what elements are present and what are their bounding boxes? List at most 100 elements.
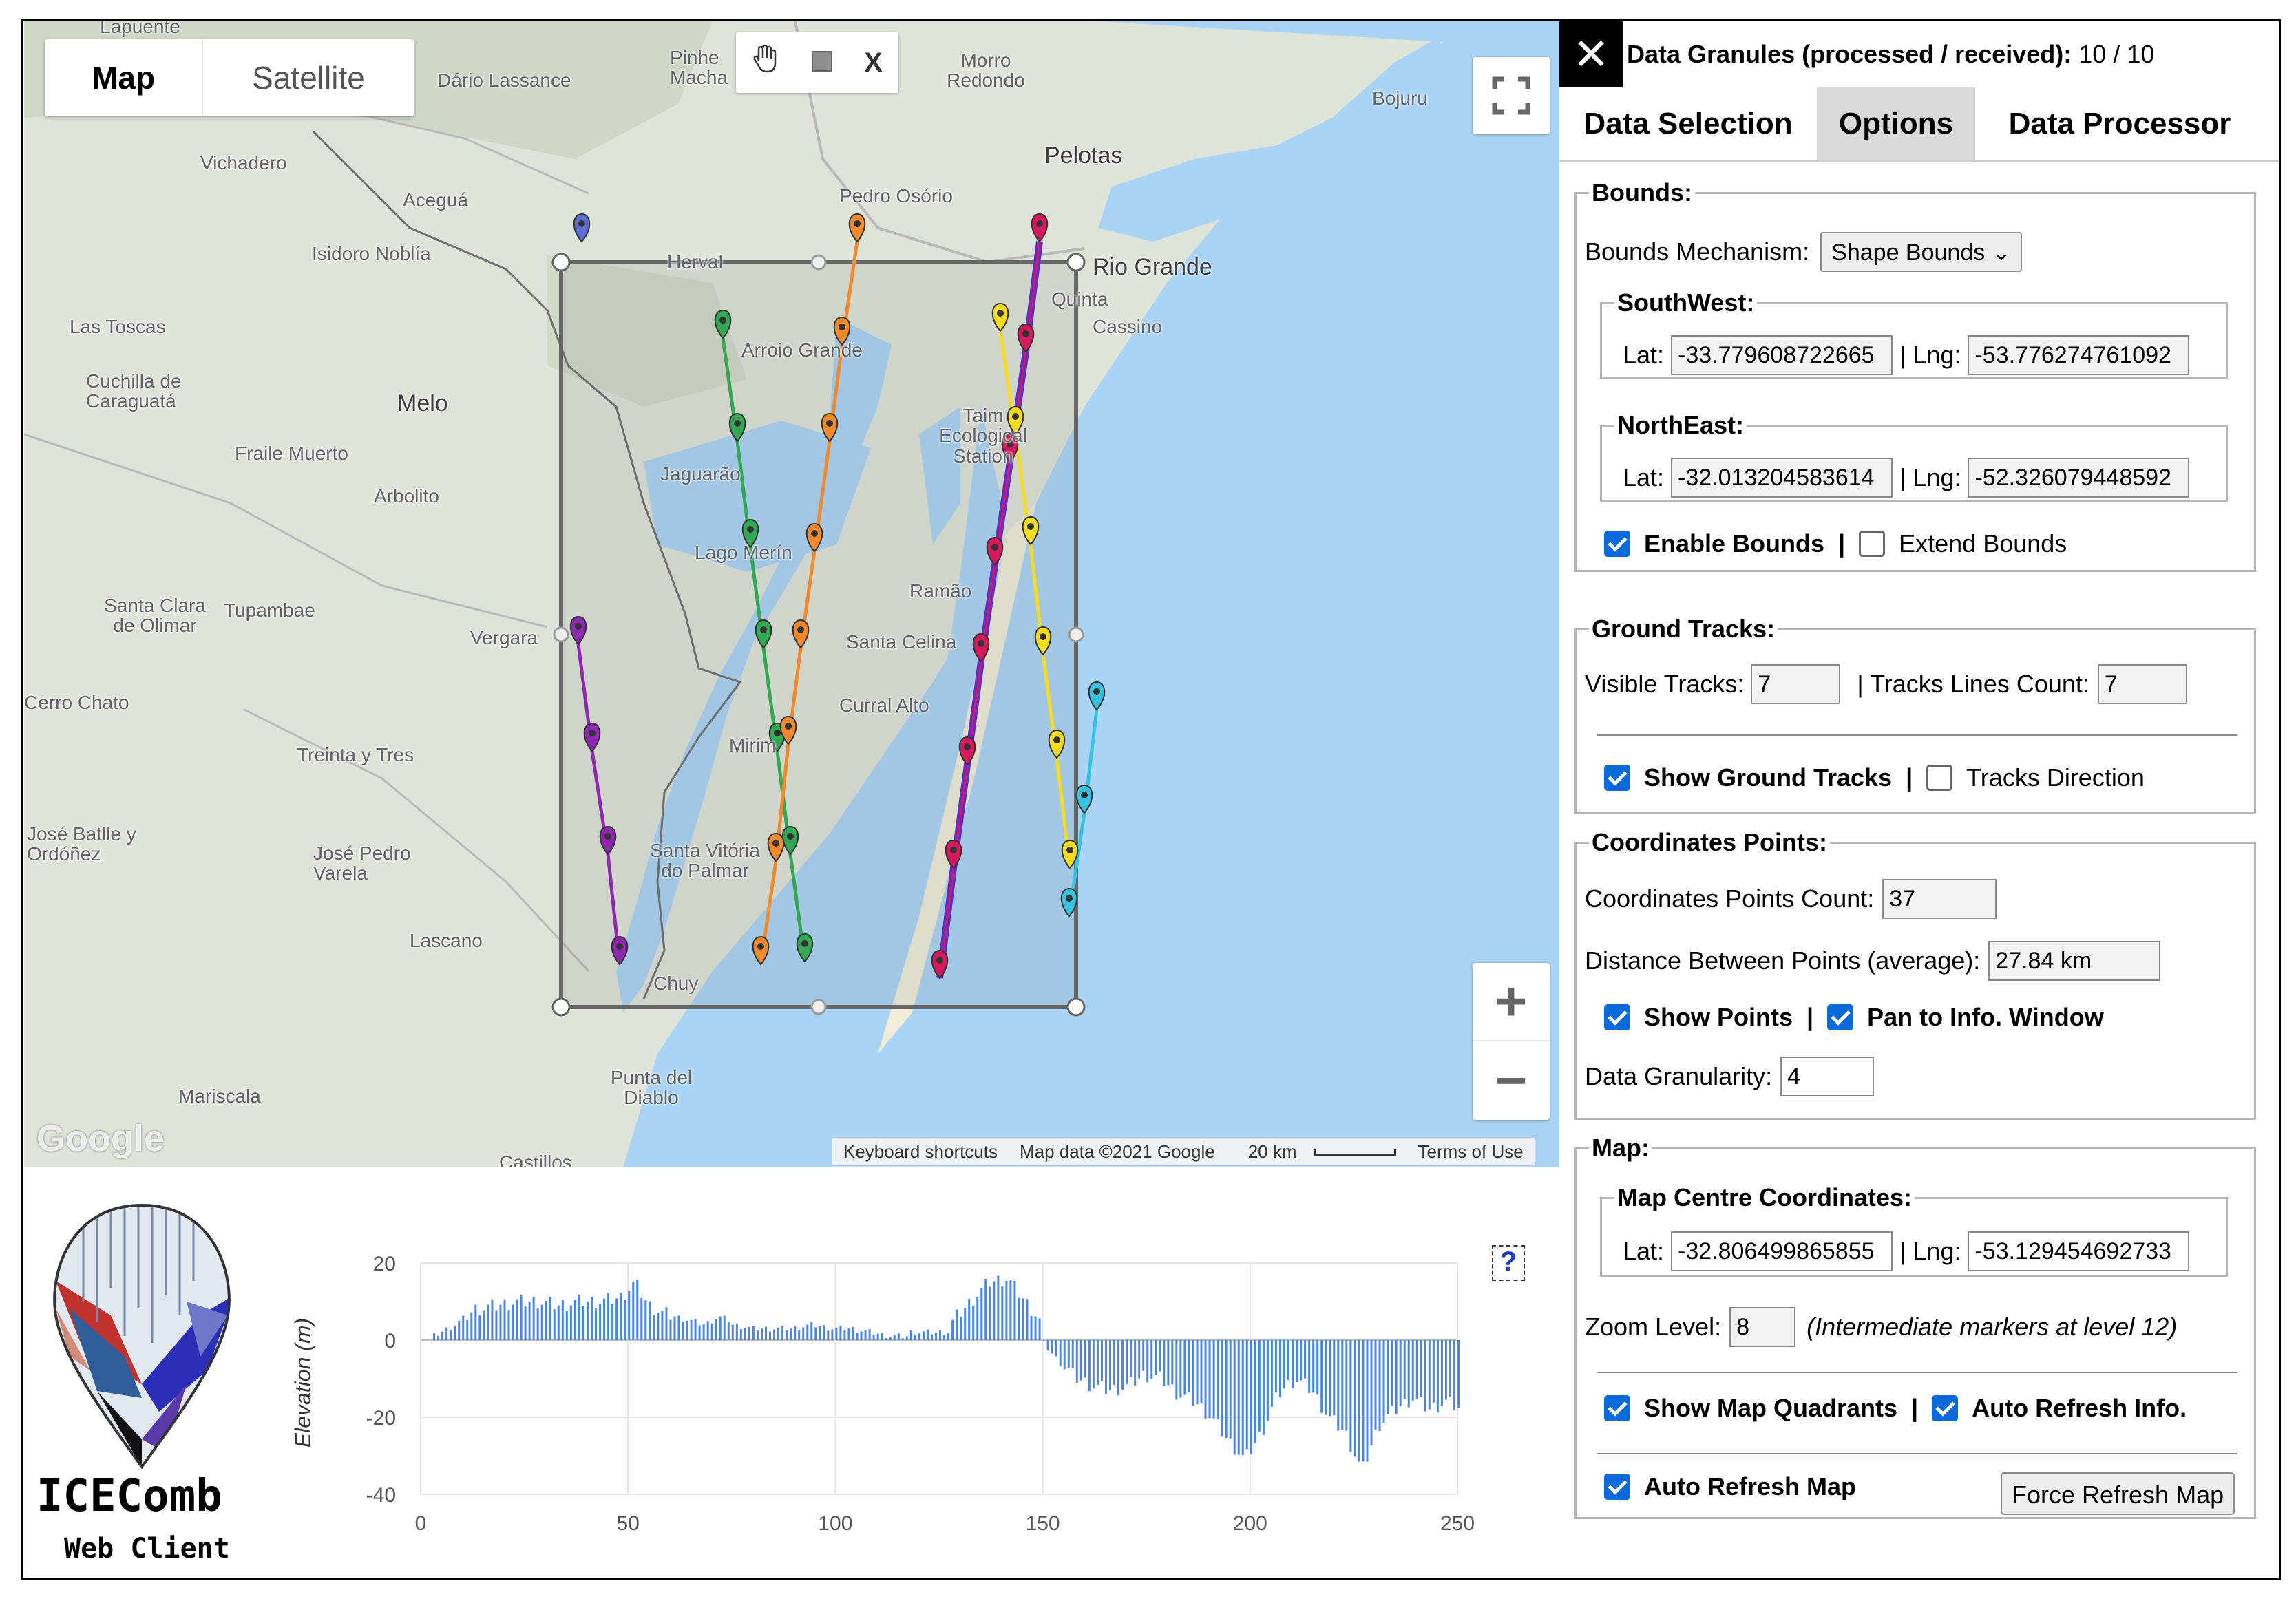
zoom-level-input[interactable]: 8	[1729, 1307, 1796, 1347]
elevation-bar	[764, 1326, 767, 1340]
x-tick-label: 0	[415, 1512, 427, 1535]
fullscreen-button[interactable]	[1473, 57, 1550, 134]
elevation-bar	[881, 1332, 883, 1340]
extend-bounds-checkbox[interactable]	[1859, 531, 1886, 557]
show-map-quadrants-checkbox[interactable]	[1604, 1395, 1630, 1421]
map-label: José Batlle y Ordóñez	[27, 823, 136, 865]
map-type-satellite-button[interactable]: Satellite	[203, 39, 414, 116]
map-label: Jaguarão	[660, 463, 741, 485]
y-tick-label: 0	[384, 1330, 396, 1353]
zoom-in-button[interactable]: +	[1473, 963, 1550, 1041]
terms-link[interactable]: Terms of Use	[1407, 1141, 1535, 1163]
elevation-bar	[665, 1307, 668, 1340]
map-view[interactable]: Lapuente Dário Lassance Pinhe Macha Morro…	[24, 21, 1559, 1167]
elevation-bar	[1399, 1340, 1402, 1406]
ground-tracks-legend: Ground Tracks:	[1592, 615, 1776, 643]
map-label: Aceguá	[403, 189, 468, 211]
show-ground-tracks-label[interactable]: Show Ground Tracks	[1644, 763, 1892, 792]
keyboard-shortcuts-link[interactable]: Keyboard shortcuts	[832, 1141, 1009, 1163]
elevation-bar	[599, 1304, 602, 1340]
track-marker-dot	[785, 723, 792, 730]
elevation-bar	[1428, 1340, 1431, 1410]
zoom-level-row: Zoom Level: 8 (Intermediate markers at l…	[1585, 1307, 2177, 1347]
tracks-direction-checkbox[interactable]	[1926, 765, 1953, 791]
elevation-bar	[450, 1330, 452, 1340]
map-label: Dário Lassance	[437, 70, 571, 91]
enable-bounds-checkbox[interactable]	[1604, 531, 1630, 557]
elevation-bar	[540, 1304, 543, 1340]
show-map-quadrants-label[interactable]: Show Map Quadrants	[1644, 1394, 1897, 1423]
elevation-bar	[1121, 1340, 1124, 1390]
auto-refresh-info-checkbox[interactable]	[1932, 1395, 1959, 1421]
map-label: Herval	[667, 251, 723, 273]
close-drawing-button[interactable]: X	[864, 47, 883, 78]
hand-icon[interactable]	[752, 44, 779, 81]
elevation-bar	[1100, 1340, 1103, 1381]
map-canvas[interactable]	[24, 21, 1559, 1167]
force-refresh-map-button[interactable]: Force Refresh Map	[2001, 1472, 2235, 1515]
bounds-mechanism-select[interactable]: Shape Bounds ⌄	[1820, 232, 2023, 272]
elevation-bar	[499, 1304, 502, 1340]
granules-status: Data Granules (processed / received): 10…	[1627, 40, 2155, 68]
map-label: Lapuente	[100, 21, 180, 37]
show-ground-tracks-checkbox[interactable]	[1604, 765, 1630, 791]
centre-lat-input[interactable]: -32.806499865855	[1671, 1231, 1893, 1271]
scale-bar[interactable]: 20 km	[1226, 1141, 1407, 1163]
elevation-bar	[1274, 1340, 1277, 1393]
elevation-bar	[590, 1297, 593, 1340]
elevation-chart[interactable]: 200-20-400 50 100 150 200 250 Elevation (m)	[264, 1185, 1558, 1556]
elevation-bar	[1084, 1340, 1086, 1378]
elevation-bar	[901, 1338, 904, 1340]
tab-options[interactable]: Options	[1817, 87, 1975, 160]
track-marker-dot	[797, 626, 804, 633]
rectangle-draw-icon[interactable]	[811, 47, 832, 78]
ne-lat-input[interactable]: -32.013204583614	[1671, 458, 1893, 498]
ne-lng-label: | Lng:	[1899, 463, 1961, 491]
elevation-bar	[545, 1300, 547, 1340]
tab-data-processor[interactable]: Data Processor	[1975, 87, 2264, 160]
tracks-lines-input[interactable]: 7	[2097, 664, 2187, 704]
elevation-bar	[458, 1320, 461, 1340]
extend-bounds-label[interactable]: Extend Bounds	[1899, 529, 2067, 558]
show-points-label[interactable]: Show Points	[1644, 1003, 1793, 1032]
tracks-direction-label[interactable]: Tracks Direction	[1966, 763, 2145, 792]
elevation-bar	[1212, 1340, 1215, 1419]
map-type-map-button[interactable]: Map	[45, 39, 203, 116]
distance-input[interactable]: 27.84 km	[1988, 941, 2161, 981]
bounds-checkbox-row: Enable Bounds | Extend Bounds	[1604, 529, 2067, 558]
map-label: Arbolito	[374, 485, 439, 507]
pan-info-window-checkbox[interactable]	[1827, 1004, 1854, 1030]
auto-refresh-map-checkbox[interactable]	[1604, 1474, 1630, 1500]
northeast-row: Lat: -32.013204583614 | Lng: -52.3260794…	[1623, 458, 2190, 498]
zoom-out-button[interactable]: −	[1473, 1041, 1550, 1120]
points-checkbox-row: Show Points | Pan to Info. Window	[1604, 1003, 2104, 1032]
elevation-bar	[1126, 1340, 1128, 1385]
centre-lng-label: | Lng:	[1899, 1237, 1961, 1265]
elevation-bar	[1292, 1340, 1294, 1388]
enable-bounds-label[interactable]: Enable Bounds	[1644, 529, 1824, 558]
show-points-checkbox[interactable]	[1604, 1004, 1630, 1030]
elevation-bar	[1304, 1340, 1307, 1379]
visible-tracks-input[interactable]: 7	[1751, 664, 1841, 704]
pan-info-window-label[interactable]: Pan to Info. Window	[1867, 1003, 2104, 1032]
ne-lng-input[interactable]: -52.326079448592	[1968, 458, 2190, 498]
elevation-bar	[1130, 1340, 1133, 1377]
track-marker-dot	[604, 833, 611, 840]
elevation-bar	[781, 1326, 784, 1340]
elevation-bar	[1175, 1340, 1178, 1400]
elevation-bar	[1117, 1340, 1120, 1396]
sw-lng-input[interactable]: -53.776274761092	[1968, 335, 2190, 375]
tab-data-selection[interactable]: Data Selection	[1559, 87, 1817, 160]
elevation-bar	[578, 1294, 580, 1340]
close-panel-button[interactable]: ✕	[1559, 21, 1623, 87]
auto-refresh-map-label[interactable]: Auto Refresh Map	[1644, 1472, 1856, 1501]
auto-refresh-info-label[interactable]: Auto Refresh Info.	[1972, 1394, 2187, 1423]
sw-lat-input[interactable]: -33.779608722665	[1671, 335, 1893, 375]
elevation-bar	[806, 1324, 809, 1340]
chart-help-button[interactable]: ?	[1492, 1245, 1525, 1281]
points-count-input[interactable]: 37	[1882, 879, 1997, 919]
centre-lng-input[interactable]: -53.129454692733	[1968, 1231, 2190, 1271]
track-marker-dot	[616, 943, 623, 950]
elevation-bar	[1059, 1340, 1062, 1366]
granularity-input[interactable]: 4	[1780, 1057, 1875, 1096]
